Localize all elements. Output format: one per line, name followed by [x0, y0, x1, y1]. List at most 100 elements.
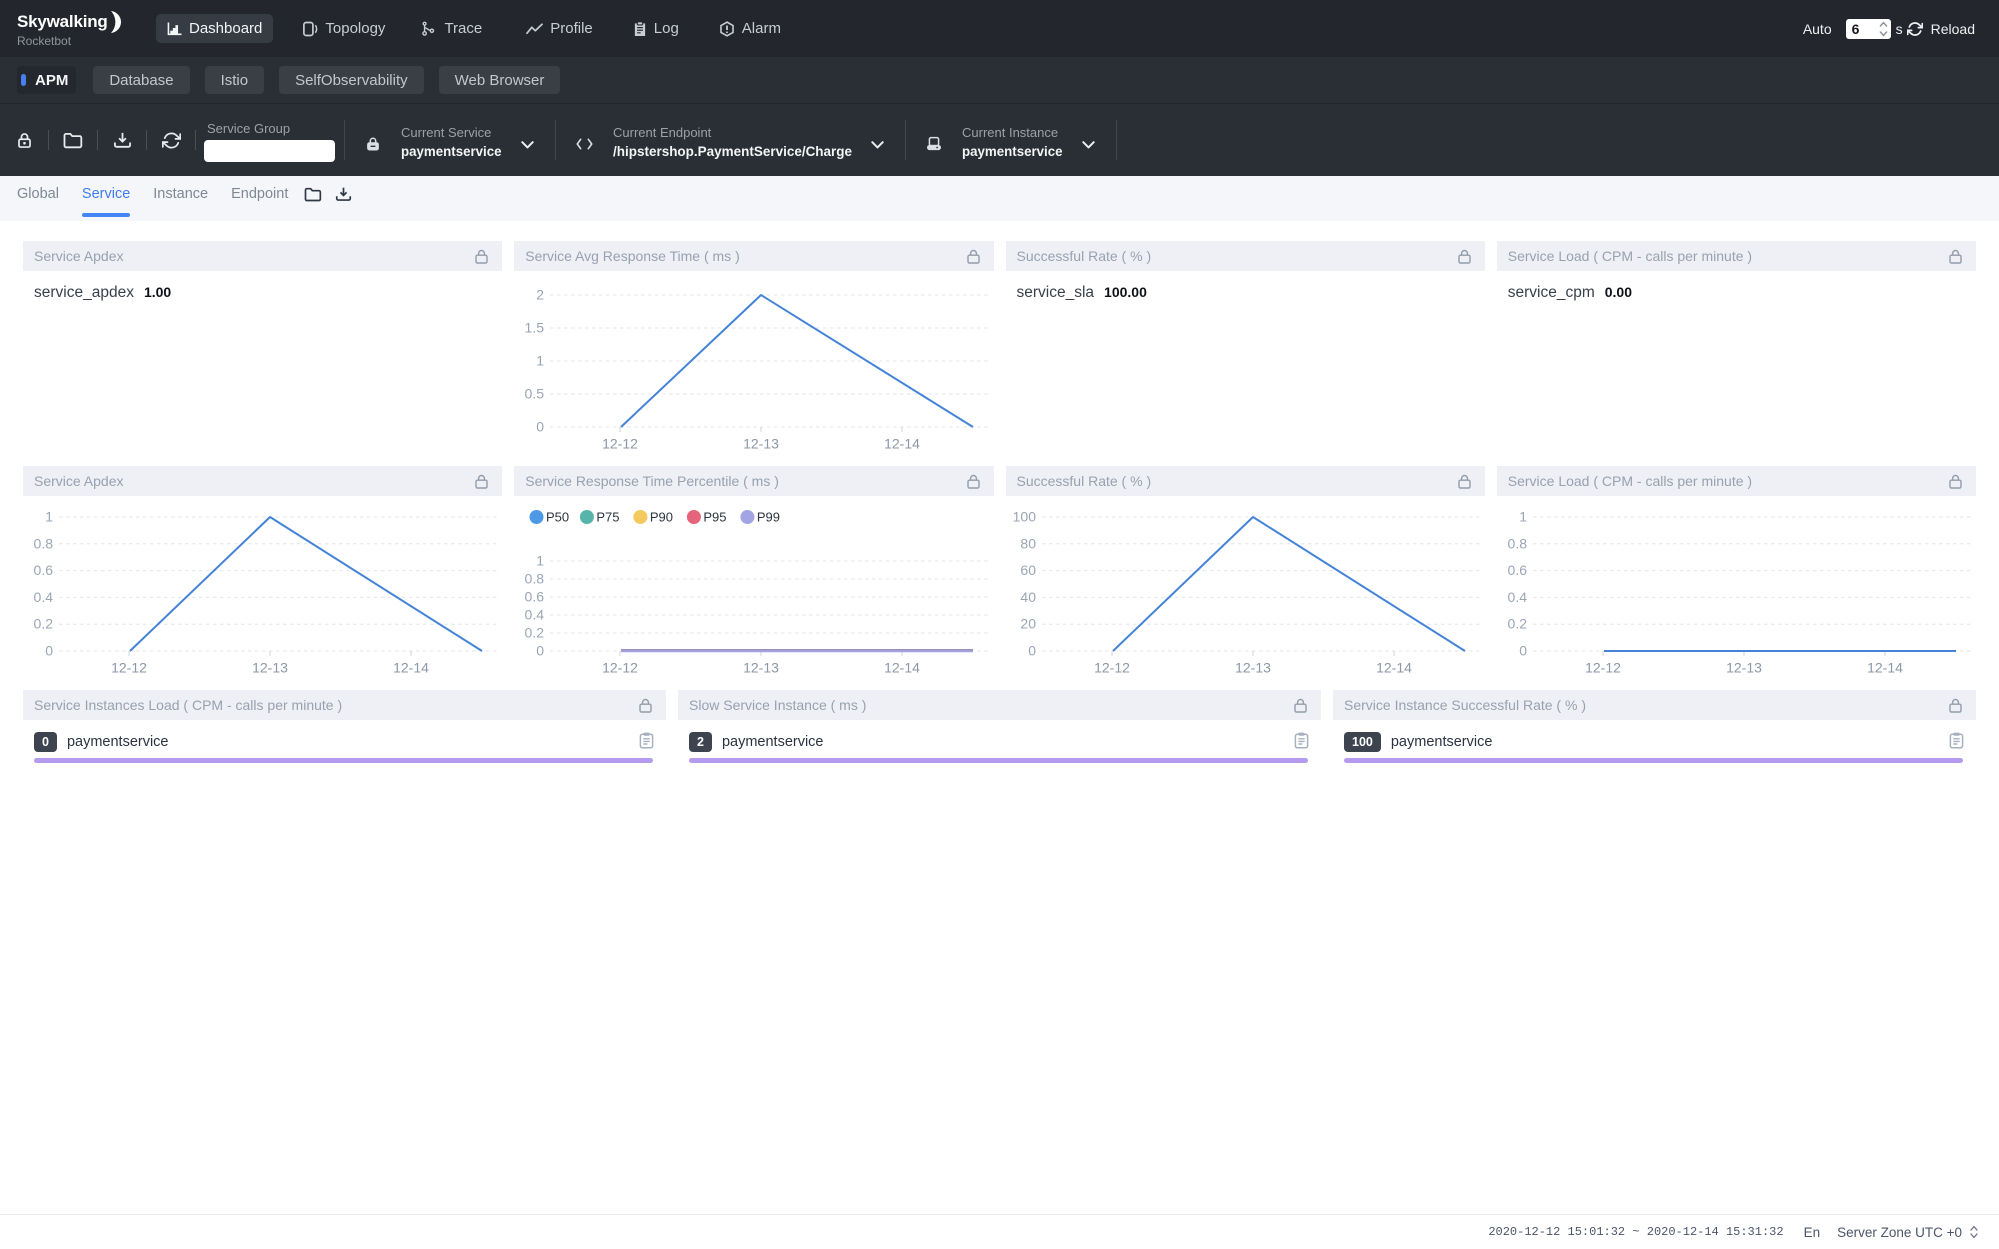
panel-service-avg-response-time-ms: Service Avg Response Time ( ms )00.511.5…	[514, 241, 993, 455]
group-selfobservability[interactable]: SelfObservability	[279, 66, 424, 94]
group-istio[interactable]: Istio	[205, 66, 265, 94]
panel-header: Service Response Time Percentile ( ms )	[514, 466, 993, 496]
lock-icon[interactable]	[639, 698, 652, 713]
svg-text:12-14: 12-14	[1376, 660, 1412, 676]
server-zone[interactable]: Server Zone UTC +0	[1837, 1225, 1962, 1240]
chevron-down-icon	[871, 141, 884, 149]
zone-spinner[interactable]	[1970, 1225, 1978, 1239]
alarm-icon	[719, 21, 735, 37]
instance-list-item[interactable]: 2 paymentservice	[689, 731, 1309, 753]
svg-text:P50: P50	[546, 510, 569, 525]
copy-icon[interactable]	[639, 732, 654, 749]
metric-value: 0.00	[1605, 284, 1632, 300]
auto-value: 6	[1852, 21, 1860, 37]
current-endpoint-selector[interactable]: Current Endpoint /hipstershop.PaymentSer…	[556, 122, 905, 159]
line-chart[interactable]: 00.20.40.60.8112-1212-1312-14	[23, 496, 502, 680]
chevron-down-icon	[1082, 141, 1095, 149]
folder-icon[interactable]	[49, 125, 97, 155]
reload-icon[interactable]	[1907, 21, 1923, 37]
panel-body: service_sla100.00	[1006, 271, 1485, 455]
panel-service-instance-successful-rate: Service Instance Successful Rate ( % )10…	[1333, 690, 1976, 777]
copy-icon[interactable]	[1949, 732, 1964, 749]
panel-title: Service Apdex	[34, 248, 124, 264]
panel-title: Slow Service Instance ( ms )	[689, 697, 866, 713]
service-group-input[interactable]	[204, 140, 335, 162]
service-group-label: Service Group	[207, 121, 335, 136]
svg-text:12-13: 12-13	[743, 436, 779, 452]
instance-list-item[interactable]: 100paymentservice	[1344, 731, 1964, 753]
line-chart[interactable]: 00.20.40.60.8112-1212-1312-14	[1497, 496, 1976, 680]
panel-header: Successful Rate ( % )	[1006, 241, 1485, 271]
download-icon[interactable]	[98, 125, 146, 155]
instance-list-item[interactable]: 0paymentservice	[34, 731, 654, 753]
instance-value-badge: 0	[34, 732, 57, 752]
panel-title: Service Avg Response Time ( ms )	[525, 248, 739, 264]
line-chart[interactable]: 00.511.5212-1212-1312-14	[514, 271, 993, 455]
auto-interval-input[interactable]: 6	[1846, 19, 1891, 39]
time-range[interactable]: 2020-12-12 15:01:32 ~ 2020-12-14 15:31:3…	[1488, 1225, 1783, 1239]
active-pill	[21, 74, 26, 86]
nav-trace[interactable]: Trace	[421, 14, 482, 43]
nav-dashboard[interactable]: Dashboard	[156, 14, 273, 43]
svg-text:12-14: 12-14	[393, 660, 429, 676]
svg-text:12-12: 12-12	[602, 436, 638, 452]
tab-endpoint[interactable]: Endpoint	[231, 176, 288, 221]
panel-row-2: Service Apdex 00.20.40.60.8112-1212-1312-…	[23, 466, 1976, 680]
lock-icon[interactable]	[475, 474, 488, 489]
panel-header: Service Apdex	[23, 241, 502, 271]
line-chart[interactable]: 00.20.40.60.8112-1212-1312-14P50P75P90P9…	[514, 496, 993, 680]
refresh-icon[interactable]	[147, 125, 195, 155]
nav-profile[interactable]: Profile	[526, 14, 593, 43]
lock-icon[interactable]	[1458, 249, 1471, 264]
panel-service-load-cpm-calls-per-minute: Service Load ( CPM - calls per minute )0…	[1497, 466, 1976, 680]
lock-icon[interactable]	[967, 249, 980, 264]
copy-icon[interactable]	[1294, 732, 1309, 749]
lock-icon[interactable]	[1949, 698, 1962, 713]
svg-text:12-12: 12-12	[602, 660, 638, 676]
svg-text:0.4: 0.4	[34, 589, 54, 605]
lock-icon[interactable]	[1949, 249, 1962, 264]
lock-icon[interactable]	[1458, 474, 1471, 489]
panel-header: Slow Service Instance ( ms )	[678, 690, 1321, 720]
footer: 2020-12-12 15:01:32 ~ 2020-12-14 15:31:3…	[0, 1214, 1999, 1249]
panel-service-apdex: Service Apdex00.20.40.60.8112-1212-1312-…	[23, 466, 502, 680]
group-apm[interactable]: APM	[17, 66, 76, 94]
nav-topology[interactable]: Topology	[302, 14, 385, 43]
line-chart[interactable]: 02040608010012-1212-1312-14	[1006, 496, 1485, 680]
folder-icon[interactable]	[297, 179, 328, 209]
tab-service[interactable]: Service	[82, 176, 130, 221]
current-instance-selector[interactable]: Current Instance paymentservice	[906, 122, 1116, 159]
svg-text:0.2: 0.2	[525, 625, 545, 641]
lock-icon[interactable]	[0, 125, 48, 155]
svg-text:0.2: 0.2	[34, 616, 54, 632]
nav-alarm[interactable]: Alarm	[719, 14, 781, 43]
svg-text:40: 40	[1020, 589, 1036, 605]
download-icon[interactable]	[328, 179, 359, 209]
lock-icon[interactable]	[967, 474, 980, 489]
svg-text:12-13: 12-13	[1726, 660, 1762, 676]
current-service-selector[interactable]: Current Service paymentservice	[345, 122, 555, 159]
svg-text:12-13: 12-13	[743, 660, 779, 676]
reload-label[interactable]: Reload	[1931, 21, 1975, 37]
panel-successful-rate: Successful Rate ( % )service_sla100.00	[1006, 241, 1485, 455]
lock-icon[interactable]	[1949, 474, 1962, 489]
svg-text:P90: P90	[650, 510, 673, 525]
instance-value-badge: 2	[689, 732, 712, 752]
panel-row-1: Service Apdexservice_apdex1.00Service Av…	[23, 241, 1976, 455]
nav-log[interactable]: Log	[633, 14, 679, 43]
tab-global[interactable]: Global	[17, 176, 59, 221]
language-switch[interactable]: En	[1804, 1225, 1821, 1240]
lock-icon[interactable]	[475, 249, 488, 264]
svg-text:0: 0	[45, 643, 53, 659]
group-web-browser[interactable]: Web Browser	[439, 66, 561, 94]
instance-name: paymentservice	[722, 734, 824, 750]
auto-input-spinner[interactable]	[1879, 20, 1888, 38]
lock-icon[interactable]	[1294, 698, 1307, 713]
tab-instance[interactable]: Instance	[153, 176, 208, 221]
group-database[interactable]: Database	[93, 66, 189, 94]
svg-text:12-12: 12-12	[111, 660, 147, 676]
svg-text:1.5: 1.5	[525, 320, 545, 336]
selector-value: paymentservice	[401, 143, 497, 159]
panel-title: Service Apdex	[34, 473, 124, 489]
dashboard-content: Service Apdexservice_apdex1.00Service Av…	[0, 221, 1999, 777]
